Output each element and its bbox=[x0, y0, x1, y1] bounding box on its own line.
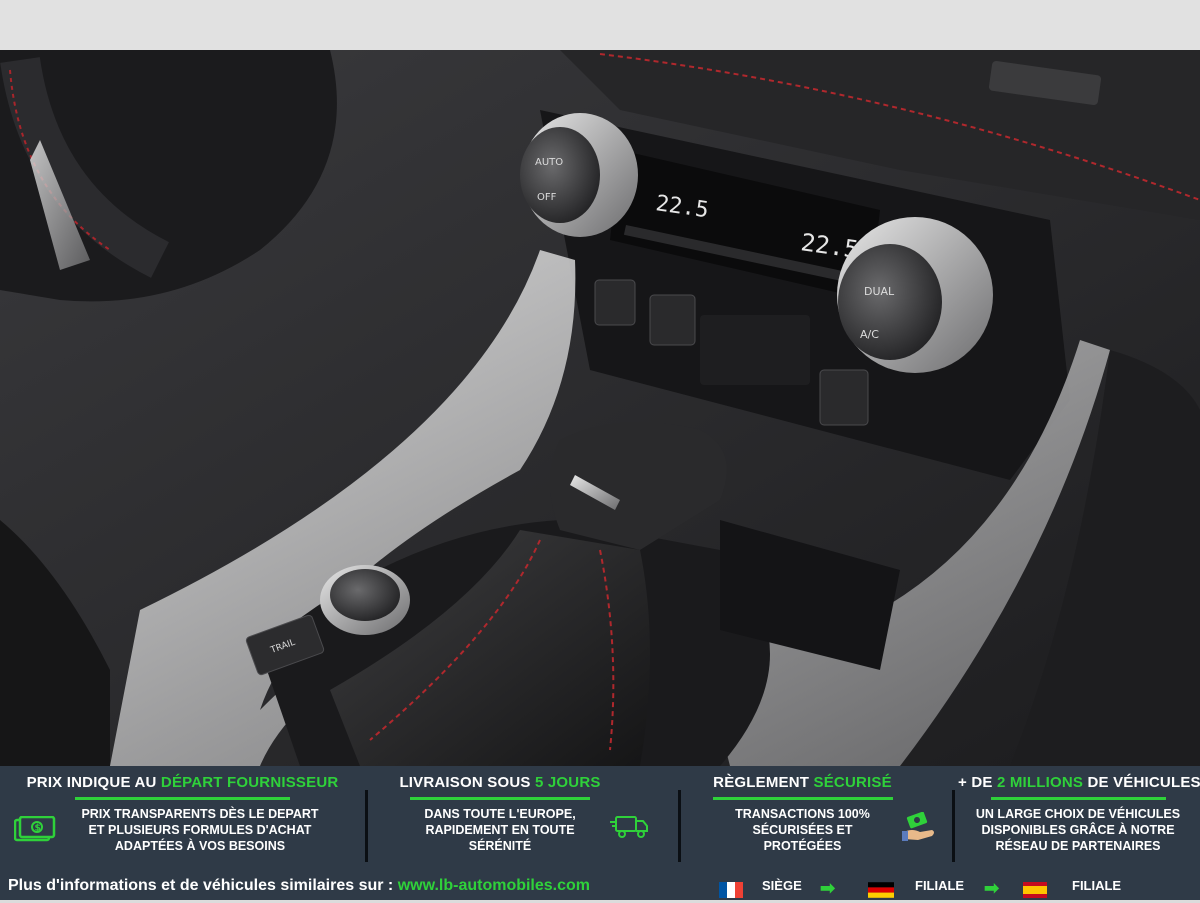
money-icon: $ bbox=[13, 815, 56, 849]
column-separator-2 bbox=[678, 790, 681, 862]
footer-website-link[interactable]: www.lb-automobiles.com bbox=[398, 877, 590, 894]
car-interior-photo: 22.5 22.5 AUTO OFF DUAL A/C TRAIL bbox=[0, 50, 1200, 766]
payment-info-title: RÈGLEMENT SÉCURISÉ bbox=[700, 774, 905, 791]
right-knob-ac-label: A/C bbox=[860, 328, 879, 341]
left-knob-off-label: OFF bbox=[537, 192, 557, 203]
price-info-body: PRIX TRANSPARENTS DÈS LE DEPART ET PLUSI… bbox=[81, 807, 319, 853]
location-label-germany: FILIALE bbox=[915, 878, 965, 893]
footer-bar: Plus d'informations et de véhicules simi… bbox=[0, 874, 1200, 900]
payment-info-underline bbox=[712, 797, 893, 800]
arrow-right-icon: ➡ bbox=[820, 878, 836, 898]
delivery-info-title: LIVRAISON SOUS 5 JOURS bbox=[385, 774, 615, 791]
left-knob-auto-label: AUTO bbox=[535, 157, 563, 168]
truck-icon bbox=[610, 814, 650, 845]
vehicles-info-body: UN LARGE CHOIX DE VÉHICULES DISPONIBLES … bbox=[975, 807, 1181, 853]
price-info-title-accent: DÉPART FOURNISSEUR bbox=[160, 774, 339, 791]
delivery-info-underline bbox=[410, 797, 590, 800]
right-knob-dual-label: DUAL bbox=[864, 285, 895, 298]
location-label-france: SIÈGE bbox=[762, 878, 802, 893]
vehicles-info-title-accent: 2 MILLIONS bbox=[996, 774, 1084, 791]
column-separator-1 bbox=[365, 790, 368, 862]
car-interior-illustration: 22.5 22.5 AUTO OFF DUAL A/C TRAIL bbox=[0, 50, 1200, 766]
price-info-underline bbox=[75, 797, 290, 800]
vehicles-info-column: + DE 2 MILLIONS DE VÉHICULES UN LARGE CH… bbox=[958, 774, 1200, 874]
payment-info-column: RÈGLEMENT SÉCURISÉ TRANSACTIONS 100% SÉC… bbox=[700, 774, 905, 874]
top-bar bbox=[0, 0, 1200, 50]
footer-text: Plus d'informations et de véhicules simi… bbox=[8, 877, 590, 895]
spain-flag-icon bbox=[1022, 882, 1048, 898]
arrow-right-icon: ➡ bbox=[984, 878, 1000, 898]
delivery-info-body: DANS TOUTE L'EUROPE, RAPIDEMENT EN TOUTE… bbox=[424, 807, 576, 853]
info-banner: PRIX INDIQUE AU DÉPART FOURNISSEUR PRIX … bbox=[0, 766, 1200, 900]
location-label-spain: FILIALE bbox=[1072, 878, 1122, 893]
vehicles-info-title-prefix: + DE bbox=[958, 774, 997, 791]
france-flag-icon bbox=[718, 882, 744, 898]
delivery-info-column: LIVRAISON SOUS 5 JOURS DANS TOUTE L'EURO… bbox=[385, 774, 615, 874]
delivery-info-title-accent: 5 JOURS bbox=[534, 774, 601, 791]
germany-flag-icon bbox=[868, 882, 894, 898]
payment-info-title-accent: SÉCURISÉ bbox=[813, 774, 892, 791]
payment-hand-icon bbox=[902, 811, 938, 849]
vehicles-info-underline bbox=[990, 797, 1166, 800]
delivery-info-title-prefix: LIVRAISON SOUS bbox=[399, 774, 535, 791]
column-separator-3 bbox=[952, 790, 955, 862]
payment-info-body: TRANSACTIONS 100% SÉCURISÉES ET PROTÉGÉE… bbox=[735, 807, 870, 853]
footer-info-text: Plus d'informations et de véhicules simi… bbox=[8, 877, 398, 894]
vehicles-info-title: + DE 2 MILLIONS DE VÉHICULES bbox=[958, 774, 1200, 791]
vehicles-info-title-suffix: DE VÉHICULES bbox=[1083, 774, 1200, 791]
price-info-column: PRIX INDIQUE AU DÉPART FOURNISSEUR PRIX … bbox=[15, 774, 350, 874]
price-info-title: PRIX INDIQUE AU DÉPART FOURNISSEUR bbox=[15, 774, 350, 791]
svg-text:$: $ bbox=[35, 824, 41, 834]
price-info-title-prefix: PRIX INDIQUE AU bbox=[26, 774, 161, 791]
payment-info-title-prefix: RÈGLEMENT bbox=[713, 774, 814, 791]
